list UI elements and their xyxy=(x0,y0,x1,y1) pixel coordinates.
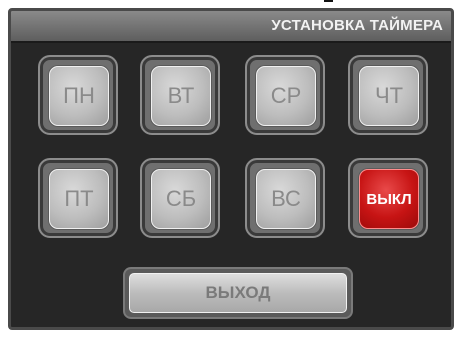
day-frame-sat: СБ xyxy=(140,158,220,238)
day-button-mon[interactable]: ПН xyxy=(49,66,109,126)
day-frame-mon: ПН xyxy=(38,55,118,135)
off-frame: ВЫКЛ xyxy=(348,158,428,238)
title-bar: УСТАНОВКА ТАЙМЕРА xyxy=(11,11,451,43)
day-button-sun[interactable]: ВС xyxy=(256,169,316,229)
day-frame-wed: СР xyxy=(245,55,325,135)
day-button-tue[interactable]: ВТ xyxy=(151,66,211,126)
exit-button[interactable]: ВЫХОД xyxy=(129,273,347,313)
day-frame-fri: ПТ xyxy=(38,158,118,238)
timer-panel: УСТАНОВКА ТАЙМЕРА ПН ВТ СР ЧТ ПТ СБ ВС В… xyxy=(8,8,454,330)
top-mark xyxy=(324,0,333,2)
day-button-thu[interactable]: ЧТ xyxy=(359,66,419,126)
exit-frame: ВЫХОД xyxy=(123,267,353,319)
day-frame-sun: ВС xyxy=(245,158,325,238)
off-button[interactable]: ВЫКЛ xyxy=(359,169,419,229)
day-frame-tue: ВТ xyxy=(140,55,220,135)
panel-title: УСТАНОВКА ТАЙМЕРА xyxy=(271,17,443,34)
day-frame-thu: ЧТ xyxy=(348,55,428,135)
day-button-wed[interactable]: СР xyxy=(256,66,316,126)
day-button-sat[interactable]: СБ xyxy=(151,169,211,229)
day-button-fri[interactable]: ПТ xyxy=(49,169,109,229)
